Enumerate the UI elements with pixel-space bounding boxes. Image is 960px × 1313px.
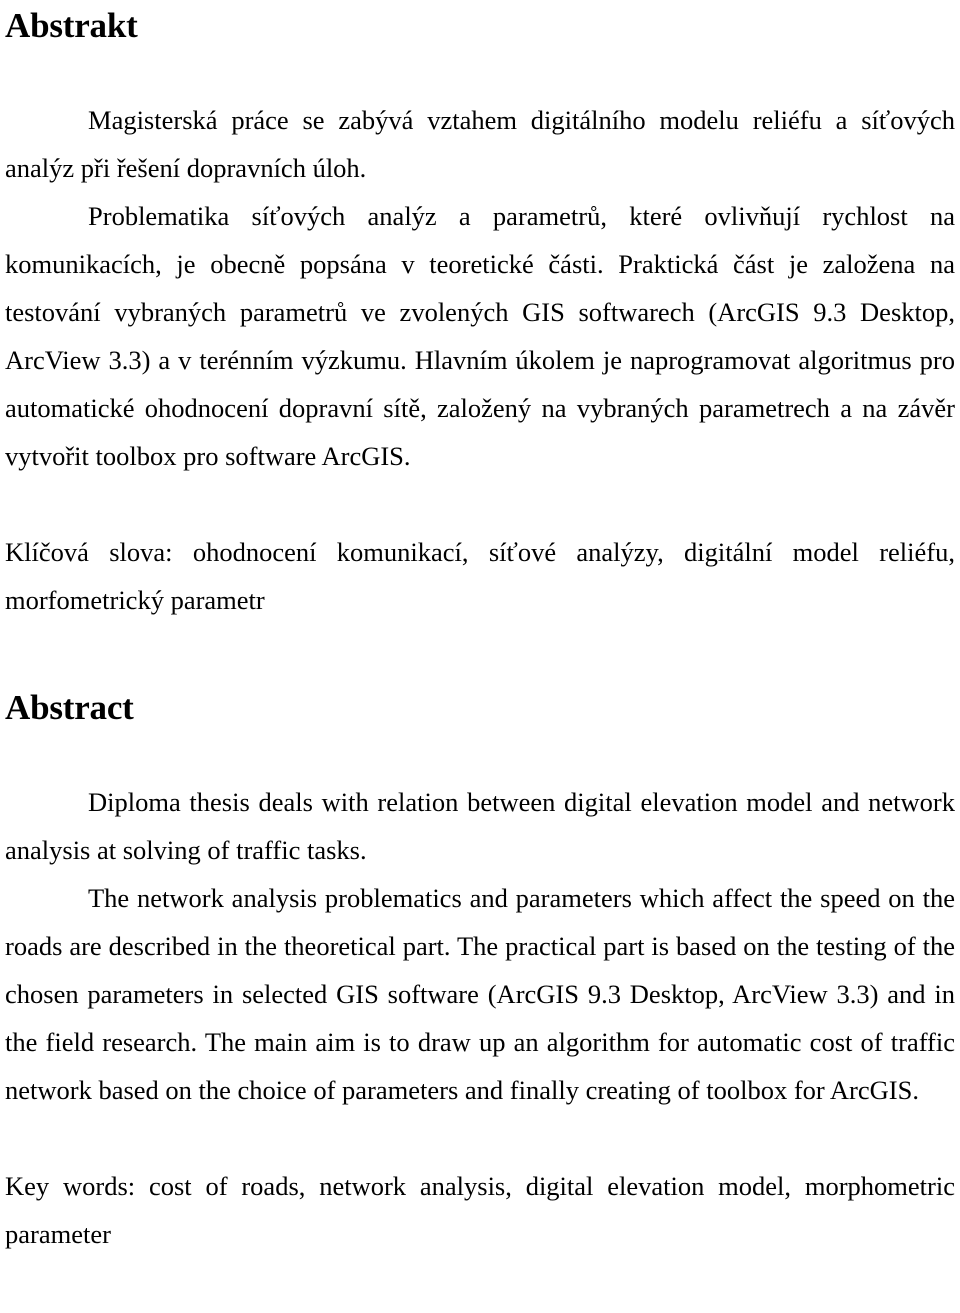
english-paragraph-1: Diploma thesis deals with relation betwe… <box>5 787 955 865</box>
english-paragraph-2: The network analysis problematics and pa… <box>5 883 955 1105</box>
spacer-before-english-keywords <box>5 1114 955 1162</box>
english-keywords: Key words: cost of roads, network analys… <box>5 1171 955 1249</box>
document-page: Abstrakt Magisterská práce se zabývá vzt… <box>0 0 960 1313</box>
page-title-abstract: Abstract <box>5 688 134 727</box>
czech-keywords: Klíčová slova: ohodnocení komunikací, sí… <box>5 537 955 615</box>
spacer-before-english-heading <box>5 624 955 684</box>
spacer-after-english-heading <box>5 732 955 778</box>
spacer-before-czech-keywords <box>5 480 955 528</box>
page-title-abstrakt: Abstrakt <box>5 6 138 45</box>
czech-paragraph-2: Problematika síťových analýz a parametrů… <box>5 201 955 471</box>
spacer-after-czech-heading <box>5 50 955 96</box>
czech-paragraph-1: Magisterská práce se zabývá vztahem digi… <box>5 105 955 183</box>
